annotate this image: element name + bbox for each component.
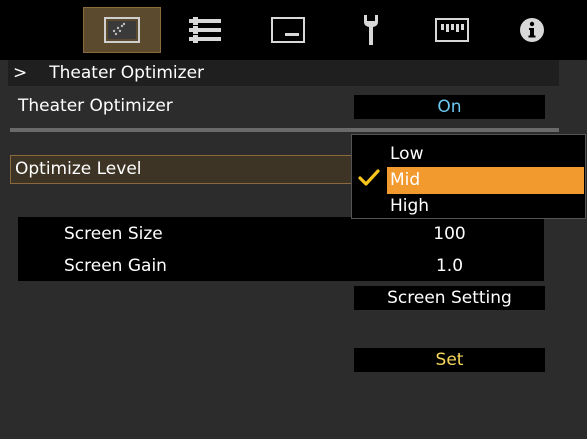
screen-size-value: 100 — [433, 224, 466, 244]
theater-optimizer-label: Theater Optimizer — [18, 96, 173, 116]
wrench-icon — [361, 14, 381, 46]
divider — [10, 128, 559, 132]
settings-list-icon — [189, 17, 221, 43]
picture-icon — [104, 17, 140, 43]
breadcrumb: > Theater Optimizer — [8, 60, 559, 86]
dropdown-option-high[interactable]: High — [387, 193, 584, 220]
tab-settings-list[interactable] — [166, 7, 244, 53]
dropdown-option-mid[interactable]: Mid — [387, 167, 584, 194]
display-icon — [271, 17, 305, 43]
menu-tab-bar — [0, 0, 587, 60]
breadcrumb-arrow: > — [13, 63, 28, 83]
dropdown-option-low[interactable]: Low — [387, 141, 584, 168]
set-button[interactable]: Set — [354, 348, 545, 372]
screen-gain-value: 1.0 — [435, 256, 464, 276]
screen-info-panel: Screen Size 100 Screen Gain 1.0 — [18, 217, 544, 281]
screen-gain-label: Screen Gain — [64, 256, 167, 276]
tab-info[interactable] — [493, 7, 571, 53]
keyboard-icon — [435, 18, 469, 42]
tab-wrench[interactable] — [332, 7, 410, 53]
checkmark-icon — [358, 169, 380, 191]
tab-picture[interactable] — [83, 7, 161, 53]
info-icon — [519, 17, 545, 43]
theater-optimizer-value[interactable]: On — [354, 95, 545, 119]
tab-keyboard[interactable] — [413, 7, 491, 53]
optimize-level-dropdown: Low Mid High — [351, 134, 586, 219]
screen-size-label: Screen Size — [64, 224, 163, 244]
screen-setting-button[interactable]: Screen Setting — [354, 286, 545, 310]
optimize-level-label: Optimize Level — [15, 159, 142, 179]
breadcrumb-title: Theater Optimizer — [49, 63, 205, 83]
optimize-level-row[interactable]: Optimize Level — [10, 155, 353, 184]
tab-display[interactable] — [249, 7, 327, 53]
